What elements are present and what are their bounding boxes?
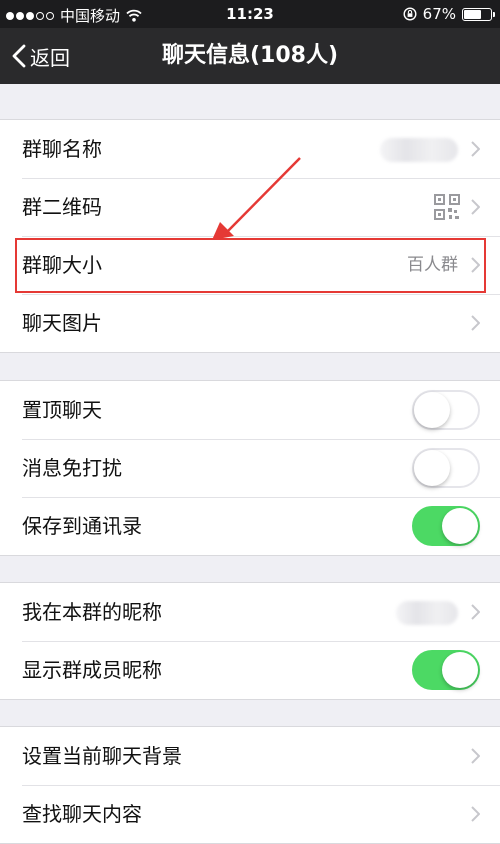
group-size-row[interactable]: 群聊大小 百人群: [0, 236, 500, 294]
pin-chat-row: 置顶聊天: [0, 381, 500, 439]
mute-notifications-toggle[interactable]: [412, 448, 480, 488]
chevron-right-icon: [471, 604, 480, 620]
battery-percentage: 67%: [422, 5, 456, 23]
save-to-contacts-label: 保存到通讯录: [22, 514, 142, 538]
set-chat-background-row[interactable]: 设置当前聊天背景: [0, 727, 500, 785]
group-qr-code-row[interactable]: 群二维码: [0, 178, 500, 236]
qr-code-icon: [434, 194, 460, 220]
chat-settings-section: 置顶聊天 消息免打扰 保存到通讯录: [0, 380, 500, 556]
show-member-nicknames-toggle[interactable]: [412, 650, 480, 690]
pin-chat-toggle[interactable]: [412, 390, 480, 430]
show-member-nicknames-label: 显示群成员昵称: [22, 658, 162, 682]
group-qr-code-label: 群二维码: [22, 195, 102, 219]
group-name-value-blurred: [380, 138, 458, 162]
toggle-knob: [442, 652, 478, 688]
chevron-right-icon: [471, 748, 480, 764]
page-title: 聊天信息(108人): [161, 43, 339, 68]
pin-chat-label: 置顶聊天: [22, 398, 102, 422]
group-size-value: 百人群: [407, 255, 458, 275]
show-member-nicknames-row: 显示群成员昵称: [0, 641, 500, 699]
chevron-right-icon: [471, 199, 480, 215]
mute-notifications-row: 消息免打扰: [0, 439, 500, 497]
my-nickname-row[interactable]: 我在本群的昵称: [0, 583, 500, 641]
save-to-contacts-row: 保存到通讯录: [0, 497, 500, 555]
group-name-label: 群聊名称: [22, 137, 102, 161]
rotation-lock-icon: [403, 7, 417, 21]
toggle-knob: [414, 392, 450, 428]
search-chat-content-label: 查找聊天内容: [22, 802, 142, 826]
chat-tools-section: 设置当前聊天背景 查找聊天内容: [0, 726, 500, 844]
mute-notifications-label: 消息免打扰: [22, 456, 122, 480]
chevron-right-icon: [471, 315, 480, 331]
toggle-knob: [414, 450, 450, 486]
chat-images-label: 聊天图片: [22, 311, 102, 335]
my-nickname-value-blurred: [396, 601, 458, 625]
nickname-section: 我在本群的昵称 显示群成员昵称: [0, 582, 500, 700]
status-bar: 中国移动 11:23 67%: [0, 0, 500, 28]
battery-icon: [462, 7, 495, 21]
my-nickname-label: 我在本群的昵称: [22, 600, 162, 624]
navigation-bar: 返回 聊天信息(108人): [0, 28, 500, 84]
chevron-right-icon: [471, 806, 480, 822]
chevron-right-icon: [471, 141, 480, 157]
save-to-contacts-toggle[interactable]: [412, 506, 480, 546]
search-chat-content-row[interactable]: 查找聊天内容: [0, 785, 500, 843]
group-name-row[interactable]: 群聊名称: [0, 120, 500, 178]
group-size-label: 群聊大小: [22, 253, 102, 277]
group-info-section: 群聊名称 群二维码 群聊大小 百人群 聊天图片: [0, 119, 500, 353]
toggle-knob: [442, 508, 478, 544]
chevron-right-icon: [471, 257, 480, 273]
chat-images-row[interactable]: 聊天图片: [0, 294, 500, 352]
set-chat-background-label: 设置当前聊天背景: [22, 744, 182, 768]
